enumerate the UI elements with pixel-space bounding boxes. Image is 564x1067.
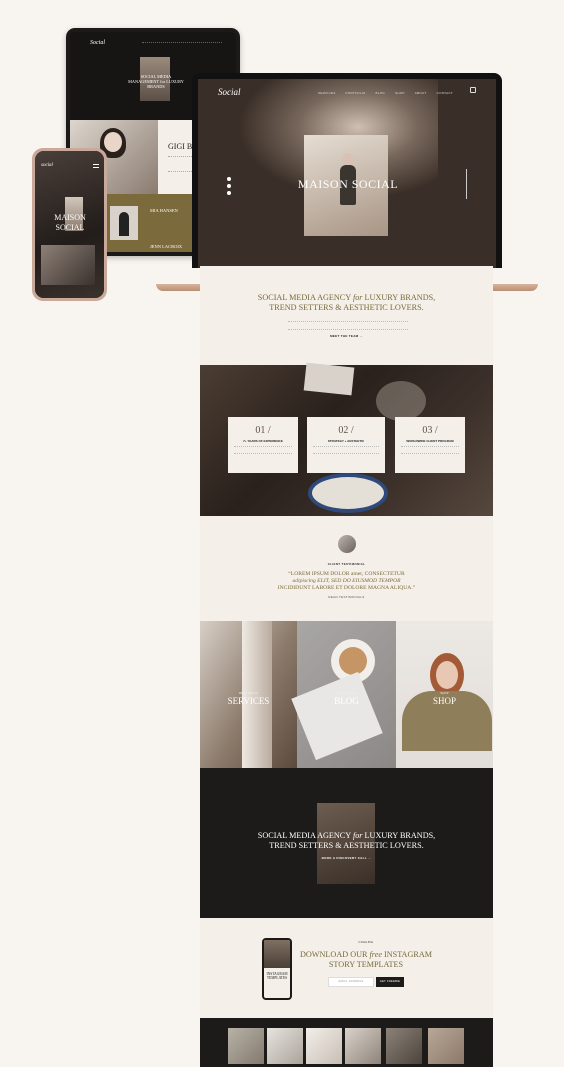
stats-book-prop (303, 362, 355, 396)
laptop-hero-title: MAISON SOCIAL (297, 177, 399, 191)
download-phone-text-2: TEMPLATES (266, 976, 288, 980)
nav-contact[interactable]: CONTACT (437, 91, 453, 95)
download-phone-mockup: INSTAGRAM TEMPLATES (262, 938, 292, 1000)
download-title-2: INSTAGRAM (384, 950, 433, 959)
download-label: FREEBIE (358, 940, 374, 944)
hamburger-icon[interactable] (93, 164, 99, 168)
insta-post-4[interactable] (345, 1028, 381, 1064)
tile-services-sub: WHAT WE DO (238, 691, 259, 695)
nav-about[interactable]: ABOUT (415, 91, 427, 95)
intro-body-lines (288, 321, 408, 330)
instagram-feed (200, 1018, 493, 1067)
dark-cta-headline-2: LUXURY BRANDS, (364, 831, 436, 840)
phone-logo: social (41, 163, 53, 168)
intro-headline-2: LUXURY BRANDS, (364, 293, 436, 302)
dark-cta-headline-italic: for (352, 831, 363, 840)
tiles-section: WHAT WE DO SERVICES READ MORE BLOG SHOP … (200, 621, 493, 768)
insta-post-6[interactable] (428, 1028, 464, 1064)
tablet-nav (142, 42, 222, 44)
intro-headline-3: TREND SETTERS & AESTHETIC LOVERS. (269, 303, 424, 312)
nav-portfolio[interactable]: PORTFOLIO (346, 91, 366, 95)
testimonial-section: CLIENT TESTIMONIAL “LOREM IPSUM DOLOR am… (200, 516, 493, 621)
stat-title-1: 7+ YEARS OF EXPERIENCE (243, 439, 283, 443)
testimonial-quote-3: INCIDIDUNT LABORE ET DOLORE MAGNA ALIQUA… (277, 585, 416, 591)
tile-shop-label: SHOP (432, 696, 456, 706)
stat-title-2: STRATEGY + AESTHETIC (327, 439, 365, 443)
download-title-italic: free (369, 950, 382, 959)
phone-screen: social MAISON SOCIAL (35, 151, 104, 298)
tile-services[interactable]: WHAT WE DO SERVICES (200, 621, 297, 768)
nav-shop[interactable]: SHOP (395, 91, 405, 95)
insta-post-3[interactable] (306, 1028, 342, 1064)
insta-post-2[interactable] (267, 1028, 303, 1064)
stats-section: 01 / 7+ YEARS OF EXPERIENCE 02 / STRATEG… (200, 362, 493, 516)
email-input[interactable]: EMAIL ADDRESS (328, 977, 374, 987)
intro-headline-italic: for (352, 293, 363, 302)
download-section: INSTAGRAM TEMPLATES FREEBIE DOWNLOAD OUR… (200, 918, 493, 1018)
tile-services-label: SERVICES (227, 696, 270, 706)
stat-card-3: 03 / WORLDWIDE CLIENT PROGRAM (395, 417, 465, 473)
tablet-team-photo (110, 206, 138, 240)
stat-card-1: 01 / 7+ YEARS OF EXPERIENCE (228, 417, 298, 473)
intro-headline: SOCIAL MEDIA AGENCY for LUXURY BRANDS, T… (200, 293, 493, 313)
intro-headline-1: SOCIAL MEDIA AGENCY (257, 293, 351, 302)
testimonial-avatar (338, 535, 356, 553)
testimonial-quote: “LOREM IPSUM DOLOR amet, CONSECTETUR adi… (200, 571, 493, 592)
testimonial-quote-2: adipiscing ELIT, SED DO EIUSMOD TEMPOR (292, 578, 401, 584)
dark-cta-headline-3: TREND SETTERS & AESTHETIC LOVERS. (269, 841, 424, 850)
stats-glass-prop (376, 381, 426, 421)
nav-services[interactable]: SERVICES (318, 91, 336, 95)
stat-text-1 (234, 446, 292, 454)
tile-shop-face (436, 661, 458, 689)
download-title: DOWNLOAD OUR free INSTAGRAM STORY TEMPLA… (296, 950, 436, 970)
stat-number-2: 02 / (338, 425, 354, 436)
download-title-1: DOWNLOAD OUR (299, 950, 368, 959)
tablet-person-name-3: JENN LACROIX (150, 244, 183, 249)
insta-post-5[interactable] (386, 1028, 422, 1064)
download-title-3: STORY TEMPLATES (328, 960, 404, 969)
dark-cta-section: SOCIAL MEDIA AGENCY for LUXURY BRANDS, T… (200, 768, 493, 918)
dark-cta-headline-1: SOCIAL MEDIA AGENCY (257, 831, 351, 840)
phone-hero-title: MAISON SOCIAL (54, 213, 86, 232)
laptop-logo: Social (218, 87, 241, 97)
dark-cta-headline: SOCIAL MEDIA AGENCY for LUXURY BRANDS, T… (200, 831, 493, 851)
read-testimonials-link[interactable]: READ TESTIMONIALS (200, 595, 493, 599)
tile-shop[interactable]: SHOP SHOP (396, 621, 493, 768)
laptop-social-icons (227, 177, 231, 195)
laptop-nav: SERVICES PORTFOLIO BLOG SHOP ABOUT CONTA… (318, 91, 453, 95)
stat-number-1: 01 / (255, 425, 271, 436)
laptop-screen: Social SERVICES PORTFOLIO BLOG SHOP ABOU… (198, 79, 496, 268)
cart-icon[interactable] (470, 87, 476, 93)
testimonial-quote-1: “LOREM IPSUM DOLOR amet, CONSECTETUR (288, 571, 405, 577)
tile-blog-keyboard (291, 671, 383, 761)
laptop-mockup: Social SERVICES PORTFOLIO BLOG SHOP ABOU… (192, 73, 502, 268)
phone-laptop-photo (41, 245, 95, 285)
stat-title-3: WORLDWIDE CLIENT PROGRAM (406, 439, 454, 443)
tile-shop-sub: SHOP (440, 691, 449, 695)
phone-mockup: social MAISON SOCIAL (32, 148, 107, 301)
tile-blog-sub: READ MORE (337, 691, 356, 695)
stats-bowl-prop (308, 473, 388, 513)
book-call-button[interactable]: BOOK A DISCOVERY CALL → (200, 856, 493, 860)
stat-card-2: 02 / STRATEGY + AESTHETIC (307, 417, 385, 473)
scroll-indicator (466, 169, 467, 199)
tablet-logo: Social (90, 40, 105, 46)
get-freebie-button[interactable]: GET FREEBIE (376, 977, 404, 987)
insta-post-1[interactable] (228, 1028, 264, 1064)
testimonial-label: CLIENT TESTIMONIAL (327, 562, 366, 566)
instagram-icon[interactable] (227, 177, 231, 181)
tablet-person-name-2: MIA HANSEN (150, 208, 178, 213)
nav-blog[interactable]: BLOG (376, 91, 386, 95)
tile-blog[interactable]: READ MORE BLOG (291, 621, 396, 768)
stat-text-2 (313, 446, 379, 454)
stat-number-3: 03 / (422, 425, 438, 436)
facebook-icon[interactable] (227, 191, 231, 195)
meet-team-link[interactable]: MEET THE TEAM → (200, 334, 493, 338)
intro-section: SOCIAL MEDIA AGENCY for LUXURY BRANDS, T… (200, 266, 493, 365)
stat-text-3 (401, 446, 459, 454)
tile-blog-label: BLOG (334, 696, 359, 706)
tablet-hero-text: SOCIAL MEDIA MANAGEMENT for LUXURY BRAND… (128, 74, 184, 89)
pinterest-icon[interactable] (227, 184, 231, 188)
